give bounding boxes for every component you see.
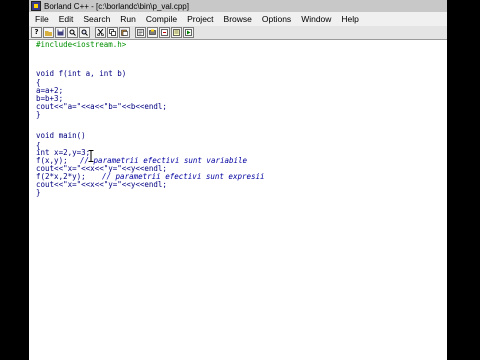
paste-icon[interactable] xyxy=(119,27,130,38)
open-icon[interactable] xyxy=(43,27,54,38)
code-line: } xyxy=(36,188,41,197)
menu-run[interactable]: Run xyxy=(115,14,141,24)
search-again-icon[interactable] xyxy=(79,27,90,38)
text-cursor-icon xyxy=(88,150,94,162)
code-editor[interactable]: #include<iostream.h> void f(int a, int b… xyxy=(29,41,447,360)
step-over-icon[interactable] xyxy=(159,27,170,38)
help-icon[interactable]: ? xyxy=(31,27,42,38)
title-bar: Borland C++ - [c:\borlandc\bin\p_val.cpp… xyxy=(29,0,447,12)
compile-icon[interactable] xyxy=(135,27,146,38)
code-line: #include<iostream.h> xyxy=(36,40,127,49)
menu-file[interactable]: File xyxy=(29,14,54,24)
ide-window: Borland C++ - [c:\borlandc\bin\p_val.cpp… xyxy=(29,0,447,360)
code-line: } xyxy=(36,110,41,119)
menu-window[interactable]: Window xyxy=(296,14,336,24)
menu-options[interactable]: Options xyxy=(257,14,296,24)
borland-app-icon[interactable] xyxy=(31,1,41,11)
run-icon[interactable] xyxy=(183,27,194,38)
cut-icon[interactable] xyxy=(95,27,106,38)
code-line: cout<<"a="<<a<<"b="<<b<<endl; xyxy=(36,102,167,111)
save-icon[interactable] xyxy=(55,27,66,38)
menu-compile[interactable]: Compile xyxy=(141,14,182,24)
make-icon[interactable] xyxy=(147,27,158,38)
menu-search[interactable]: Search xyxy=(78,14,115,24)
menu-project[interactable]: Project xyxy=(182,14,218,24)
menu-browse[interactable]: Browse xyxy=(219,14,257,24)
copy-icon[interactable] xyxy=(107,27,118,38)
menu-bar: File Edit Search Run Compile Project Bro… xyxy=(29,12,447,26)
code-line: void main() xyxy=(36,131,86,140)
code-line: cout<<"x="<<x<<"y="<<y<<endl; xyxy=(36,180,167,189)
menu-help[interactable]: Help xyxy=(336,14,363,24)
search-icon[interactable] xyxy=(67,27,78,38)
window-title: Borland C++ - [c:\borlandc\bin\p_val.cpp… xyxy=(44,1,189,11)
menu-edit[interactable]: Edit xyxy=(54,14,79,24)
code-line: void f(int a, int b) xyxy=(36,69,127,78)
trace-icon[interactable] xyxy=(171,27,182,38)
toolbar: ? xyxy=(29,26,447,40)
